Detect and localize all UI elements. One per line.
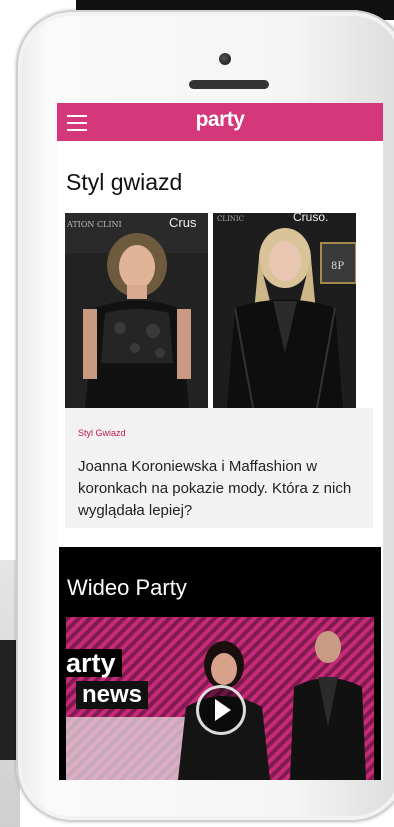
site-logo[interactable]: party: [57, 108, 383, 132]
earpiece-speaker: [189, 80, 269, 89]
svg-text:Crus: Crus: [169, 215, 197, 230]
svg-text:CLINIC: CLINIC: [217, 215, 244, 223]
section-title: Styl gwiazd: [66, 169, 183, 195]
article-category[interactable]: Styl Gwiazd: [78, 428, 126, 438]
video-section: Wideo Party arty news: [59, 547, 381, 780]
party-news-brand-line2: news: [76, 681, 149, 709]
video-section-title: Wideo Party: [67, 575, 187, 600]
party-news-brand-line1: arty: [66, 649, 122, 677]
play-button[interactable]: [196, 685, 246, 735]
video-thumbnail[interactable]: arty news: [66, 617, 374, 780]
app-header: party: [57, 103, 383, 141]
article-card[interactable]: Styl Gwiazd Joanna Koroniewska i Maffash…: [65, 408, 373, 528]
article-title[interactable]: Joanna Koroniewska i Maffashion w koronk…: [78, 456, 368, 522]
front-camera: [219, 53, 231, 65]
article-photo-right[interactable]: CLINIC Cruso. 8P: [213, 213, 356, 408]
svg-text:8P: 8P: [331, 261, 344, 272]
article-photo-left[interactable]: ATION CLINI Crus: [65, 213, 208, 408]
svg-text:ATION CLINI: ATION CLINI: [66, 220, 122, 229]
svg-text:Cruso.: Cruso.: [293, 213, 328, 224]
phone-screen: party Styl gwiazd ATION CLINI Crus CLINI…: [57, 103, 383, 780]
play-icon: [215, 699, 231, 721]
